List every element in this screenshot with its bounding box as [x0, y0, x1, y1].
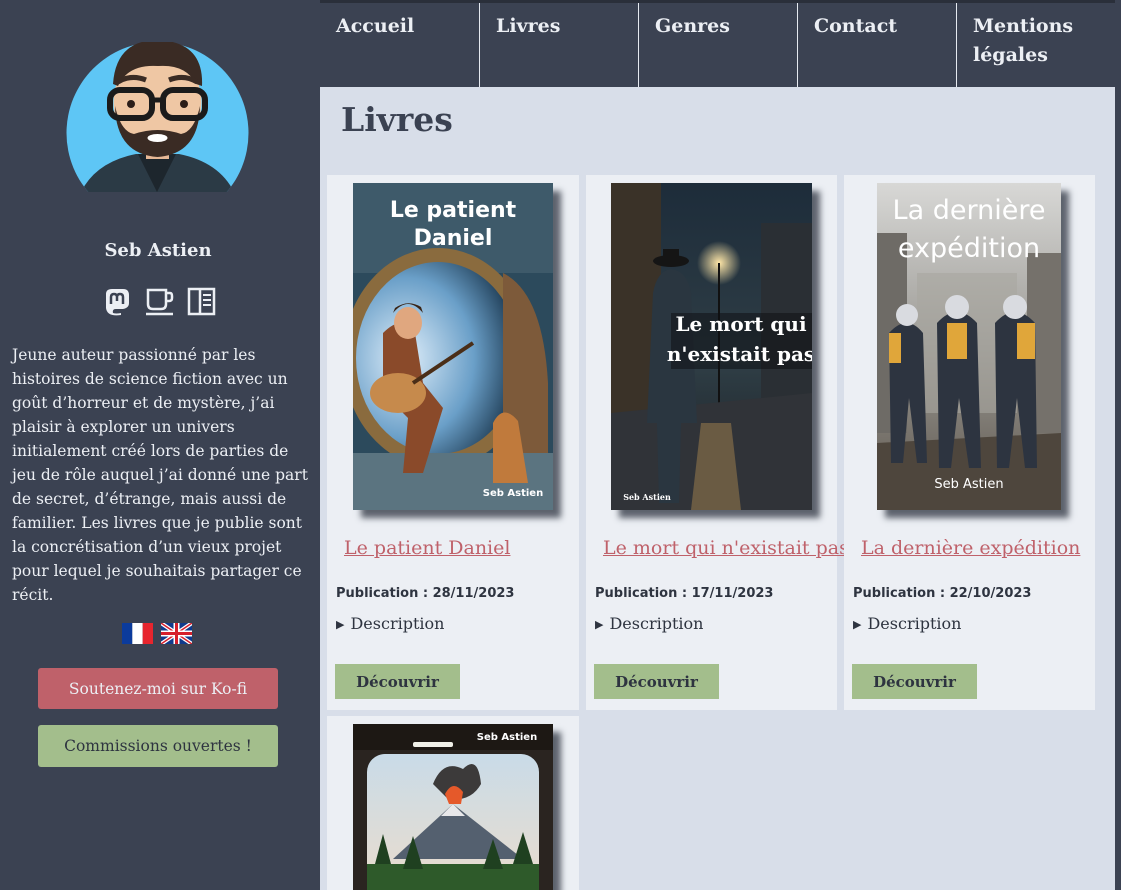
book-cover-image[interactable]: Le mort qui n'existait pas Seb Astien	[611, 183, 812, 510]
sidebar: Seb Astien Jeune auteur passionné par le…	[0, 0, 320, 890]
publication-date: Publication : 28/11/2023	[336, 586, 514, 601]
nav-contact[interactable]: Contact	[797, 3, 956, 87]
publication-date: Publication : 22/10/2023	[853, 586, 1031, 601]
nav-livres[interactable]: Livres	[479, 3, 638, 87]
social-links	[102, 286, 217, 317]
book-cover-image[interactable]: Seb Astien	[353, 724, 553, 890]
book-cover-image[interactable]: Le patient Daniel Seb Astien	[353, 183, 553, 510]
author-bio: Jeune auteur passionné par les histoires…	[12, 346, 308, 604]
coffee-cup-icon[interactable]	[144, 286, 175, 317]
disclosure-triangle-icon: ▶	[853, 618, 862, 631]
publication-value: 22/10/2023	[949, 586, 1032, 601]
main-content: Livres Le patient Daniel Seb Astien Le p…	[320, 87, 1115, 890]
book-title-link[interactable]: Le mort qui n'existait pas	[603, 537, 849, 559]
cover-title-line-1: Le patient	[390, 198, 517, 223]
description-label: Description	[609, 614, 704, 633]
cover-author: Seb Astien	[623, 492, 671, 502]
language-switcher	[122, 623, 192, 644]
description-label: Description	[350, 614, 445, 633]
publication-date: Publication : 17/11/2023	[595, 586, 773, 601]
nav-genres[interactable]: Genres	[638, 3, 797, 87]
cover-title-line-2: expédition	[898, 233, 1040, 264]
commissions-button[interactable]: Commissions ouvertes !	[38, 725, 278, 767]
discover-button[interactable]: Découvrir	[594, 664, 719, 699]
cover-title-line-2: Daniel	[414, 226, 493, 251]
cover-author: Seb Astien	[483, 488, 543, 499]
book-card: La dernière expédition Seb Astien La der…	[844, 175, 1095, 710]
book-title-link[interactable]: La dernière expédition	[861, 537, 1080, 559]
disclosure-triangle-icon: ▶	[595, 618, 604, 631]
book-title-link[interactable]: Le patient Daniel	[344, 537, 510, 559]
book-card: Le mort qui n'existait pas Seb Astien Le…	[586, 175, 849, 710]
discover-button[interactable]: Découvrir	[335, 664, 460, 699]
nav-mentions-legales[interactable]: Mentions légales	[956, 3, 1115, 87]
discover-button[interactable]: Découvrir	[852, 664, 977, 699]
cover-author: Seb Astien	[477, 732, 537, 743]
page-title: Livres	[341, 100, 453, 139]
publication-label: Publication :	[595, 586, 688, 601]
author-avatar	[66, 42, 249, 192]
uk-flag-icon[interactable]	[161, 623, 192, 644]
french-flag-icon[interactable]	[122, 623, 153, 644]
description-label: Description	[867, 614, 962, 633]
cover-author: Seb Astien	[934, 477, 1003, 492]
author-name: Seb Astien	[104, 240, 212, 261]
publication-value: 17/11/2023	[691, 586, 774, 601]
cover-title-line-2: n'existait pas	[667, 342, 812, 366]
description-toggle[interactable]: ▶ Description	[853, 614, 961, 633]
kofi-support-button[interactable]: Soutenez-moi sur Ko-fi	[38, 668, 278, 709]
cover-title-line-1: La dernière	[893, 195, 1046, 226]
main-nav: Accueil Livres Genres Contact Mentions l…	[320, 3, 1115, 87]
disclosure-triangle-icon: ▶	[336, 618, 345, 631]
description-toggle[interactable]: ▶ Description	[336, 614, 444, 633]
book-card: Le patient Daniel Seb Astien Le patient …	[327, 175, 579, 710]
book-icon[interactable]	[186, 286, 217, 317]
publication-label: Publication :	[853, 586, 946, 601]
mastodon-icon[interactable]	[102, 286, 133, 317]
publication-value: 28/11/2023	[432, 586, 515, 601]
book-card: Seb Astien	[327, 716, 579, 890]
book-cover-image[interactable]: La dernière expédition Seb Astien	[877, 183, 1061, 510]
nav-accueil[interactable]: Accueil	[320, 3, 479, 87]
publication-label: Publication :	[336, 586, 429, 601]
cover-title-line-1: Le mort qui	[675, 312, 807, 336]
right-edge	[1115, 0, 1121, 890]
description-toggle[interactable]: ▶ Description	[595, 614, 703, 633]
